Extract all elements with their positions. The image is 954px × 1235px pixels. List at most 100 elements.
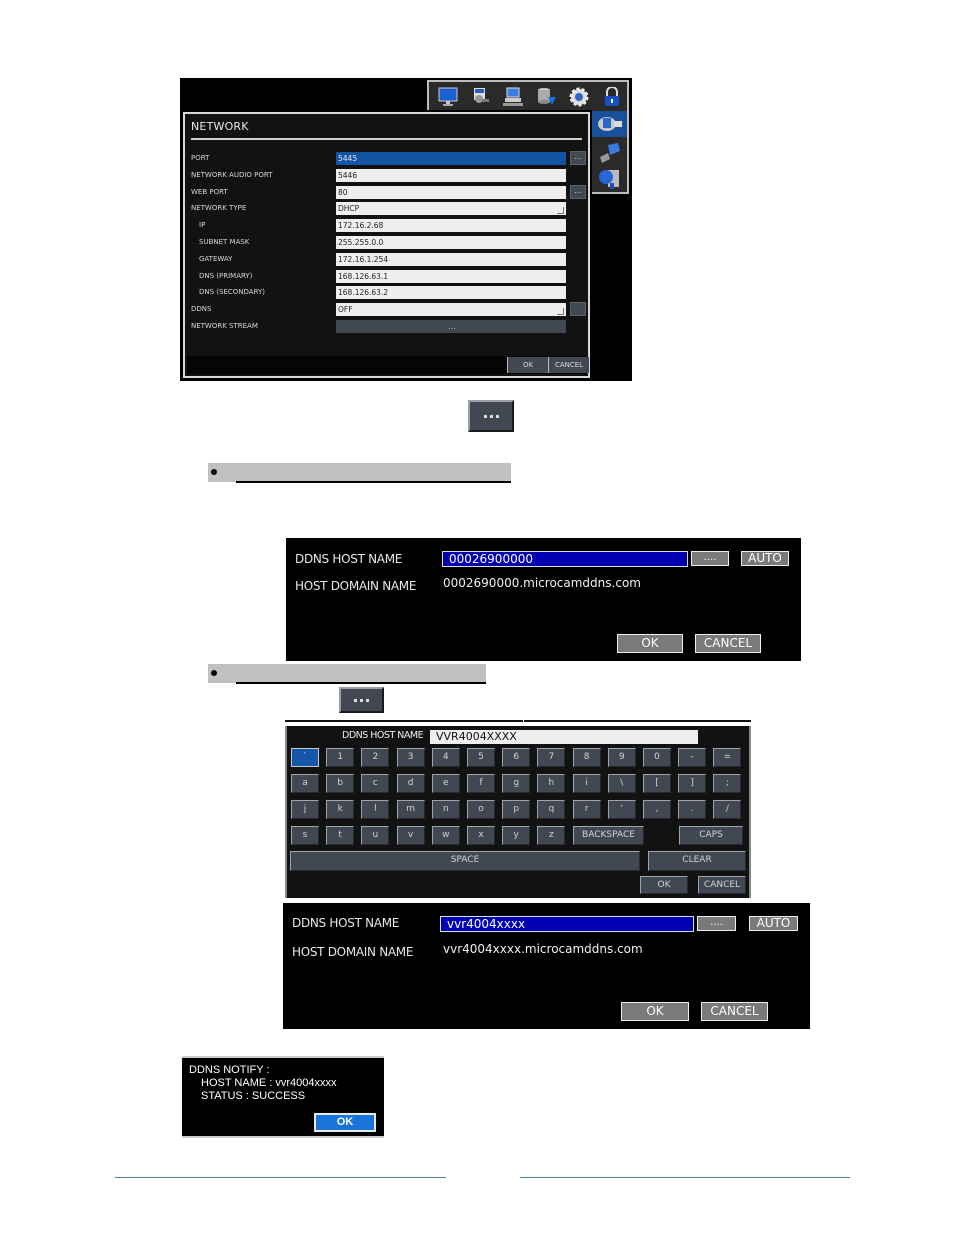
usb-icon[interactable] [596, 141, 622, 165]
setting-input[interactable]: 172.16.2.68 [336, 219, 566, 233]
key[interactable]: z [537, 826, 566, 845]
key[interactable]: ' [607, 800, 636, 819]
key[interactable]: 0 [643, 748, 671, 767]
key[interactable]: y [502, 826, 531, 845]
key[interactable]: o [467, 800, 495, 819]
key[interactable]: m [396, 800, 425, 819]
ok-button[interactable]: OK [507, 357, 548, 373]
key[interactable]: 7 [537, 748, 566, 767]
key[interactable]: b [326, 774, 355, 793]
more-button[interactable]: ... [570, 302, 586, 317]
key[interactable]: u [361, 826, 390, 845]
ok-button[interactable]: OK [617, 634, 683, 653]
key[interactable]: 6 [502, 748, 531, 767]
key[interactable]: . [678, 800, 707, 819]
key[interactable]: k [326, 800, 355, 819]
ddns-host-name-input[interactable]: vvr4004xxxx [440, 916, 694, 932]
key-clear[interactable]: CLEAR [648, 851, 746, 871]
key[interactable]: 3 [396, 748, 425, 767]
host-domain-name-value: 0002690000.microcamddns.com [443, 576, 641, 590]
keyboard-button[interactable]: .... [691, 551, 729, 566]
key[interactable]: 5 [467, 748, 495, 767]
setting-input[interactable]: 5446 [336, 168, 566, 182]
cancel-button[interactable]: CANCEL [548, 357, 589, 373]
auto-button[interactable]: AUTO [741, 551, 789, 566]
monitor-icon[interactable] [437, 87, 459, 107]
key[interactable]: h [537, 774, 566, 793]
cancel-button[interactable]: CANCEL [701, 1002, 768, 1021]
key[interactable]: w [431, 826, 460, 845]
setting-input[interactable]: 80 [336, 185, 566, 199]
auto-button[interactable]: AUTO [749, 916, 798, 931]
key[interactable]: x [467, 826, 495, 845]
setting-input[interactable]: 5445 [336, 152, 566, 165]
ddns-host-name-input[interactable]: 00026900000 [442, 551, 688, 567]
key-caps[interactable]: CAPS [679, 826, 743, 845]
key[interactable]: t [326, 826, 355, 845]
ddns-dialog-custom: DDNS HOST NAME vvr4004xxxx .... AUTO HOS… [283, 903, 810, 1029]
setting-label: NETWORK TYPE [191, 204, 247, 213]
setting-input[interactable]: 168.126.63.1 [336, 269, 566, 283]
network-computer-icon[interactable] [502, 87, 524, 107]
key[interactable]: 8 [572, 748, 601, 767]
keyboard-button[interactable]: .... [697, 916, 736, 931]
key-space[interactable]: SPACE [290, 851, 640, 871]
key[interactable]: v [396, 826, 425, 845]
key[interactable]: c [361, 774, 390, 793]
key[interactable]: \ [607, 774, 636, 793]
key[interactable]: ` [291, 748, 319, 767]
key[interactable]: n [431, 800, 460, 819]
key[interactable]: e [431, 774, 460, 793]
panel-footer: OK CANCEL [187, 356, 589, 374]
key[interactable]: 4 [431, 748, 460, 767]
key[interactable]: , [643, 800, 671, 819]
setting-value: DHCP [338, 204, 360, 214]
key[interactable]: ] [678, 774, 707, 793]
setting-value: OFF [338, 305, 353, 315]
key[interactable]: f [467, 774, 495, 793]
setting-dropdown[interactable]: DHCP [336, 202, 566, 216]
key[interactable]: 2 [361, 748, 390, 767]
key[interactable]: a [291, 774, 319, 793]
ok-button[interactable]: OK [314, 1113, 376, 1132]
setting-value: 5446 [338, 170, 358, 180]
key[interactable]: j [291, 800, 319, 819]
setting-value: 168.126.63.2 [338, 288, 389, 298]
database-search-icon[interactable] [596, 167, 622, 191]
more-button[interactable]: ... [570, 184, 586, 199]
storage-download-icon[interactable] [535, 87, 557, 107]
key-backspace[interactable]: BACKSPACE [573, 826, 644, 845]
key[interactable]: l [361, 800, 390, 819]
setting-dropdown[interactable]: OFF [336, 303, 566, 317]
key[interactable]: s [291, 826, 319, 845]
setting-button[interactable]: ... [336, 320, 566, 333]
ok-button[interactable]: OK [621, 1002, 689, 1021]
gear-icon[interactable] [568, 87, 590, 107]
cancel-button[interactable]: CANCEL [695, 634, 761, 653]
more-button[interactable]: ... [570, 151, 586, 165]
key[interactable]: / [713, 800, 742, 819]
settings-row: NETWORK TYPE DHCP [185, 202, 588, 217]
key[interactable]: 1 [326, 748, 355, 767]
setting-input[interactable]: 172.16.1.254 [336, 252, 566, 266]
key[interactable]: g [502, 774, 531, 793]
network-settings-icon[interactable] [592, 111, 627, 137]
schedule-icon[interactable] [469, 87, 491, 107]
lock-icon[interactable] [601, 86, 623, 107]
ok-button[interactable]: OK [640, 876, 688, 894]
key[interactable]: q [537, 800, 566, 819]
keyboard-input[interactable]: VVR4004XXXX [430, 730, 698, 744]
key[interactable]: - [678, 748, 707, 767]
key[interactable]: = [713, 748, 742, 767]
key[interactable]: i [572, 774, 601, 793]
setting-input[interactable]: 255.255.0.0 [336, 236, 566, 249]
key[interactable]: 9 [607, 748, 636, 767]
key[interactable]: r [572, 800, 601, 819]
notify-title: DDNS NOTIFY : [189, 1064, 270, 1076]
key[interactable]: p [502, 800, 531, 819]
setting-input[interactable]: 168.126.63.2 [336, 286, 566, 300]
key[interactable]: ; [713, 774, 742, 793]
cancel-button[interactable]: CANCEL [698, 876, 746, 894]
key[interactable]: [ [643, 774, 671, 793]
key[interactable]: d [396, 774, 425, 793]
